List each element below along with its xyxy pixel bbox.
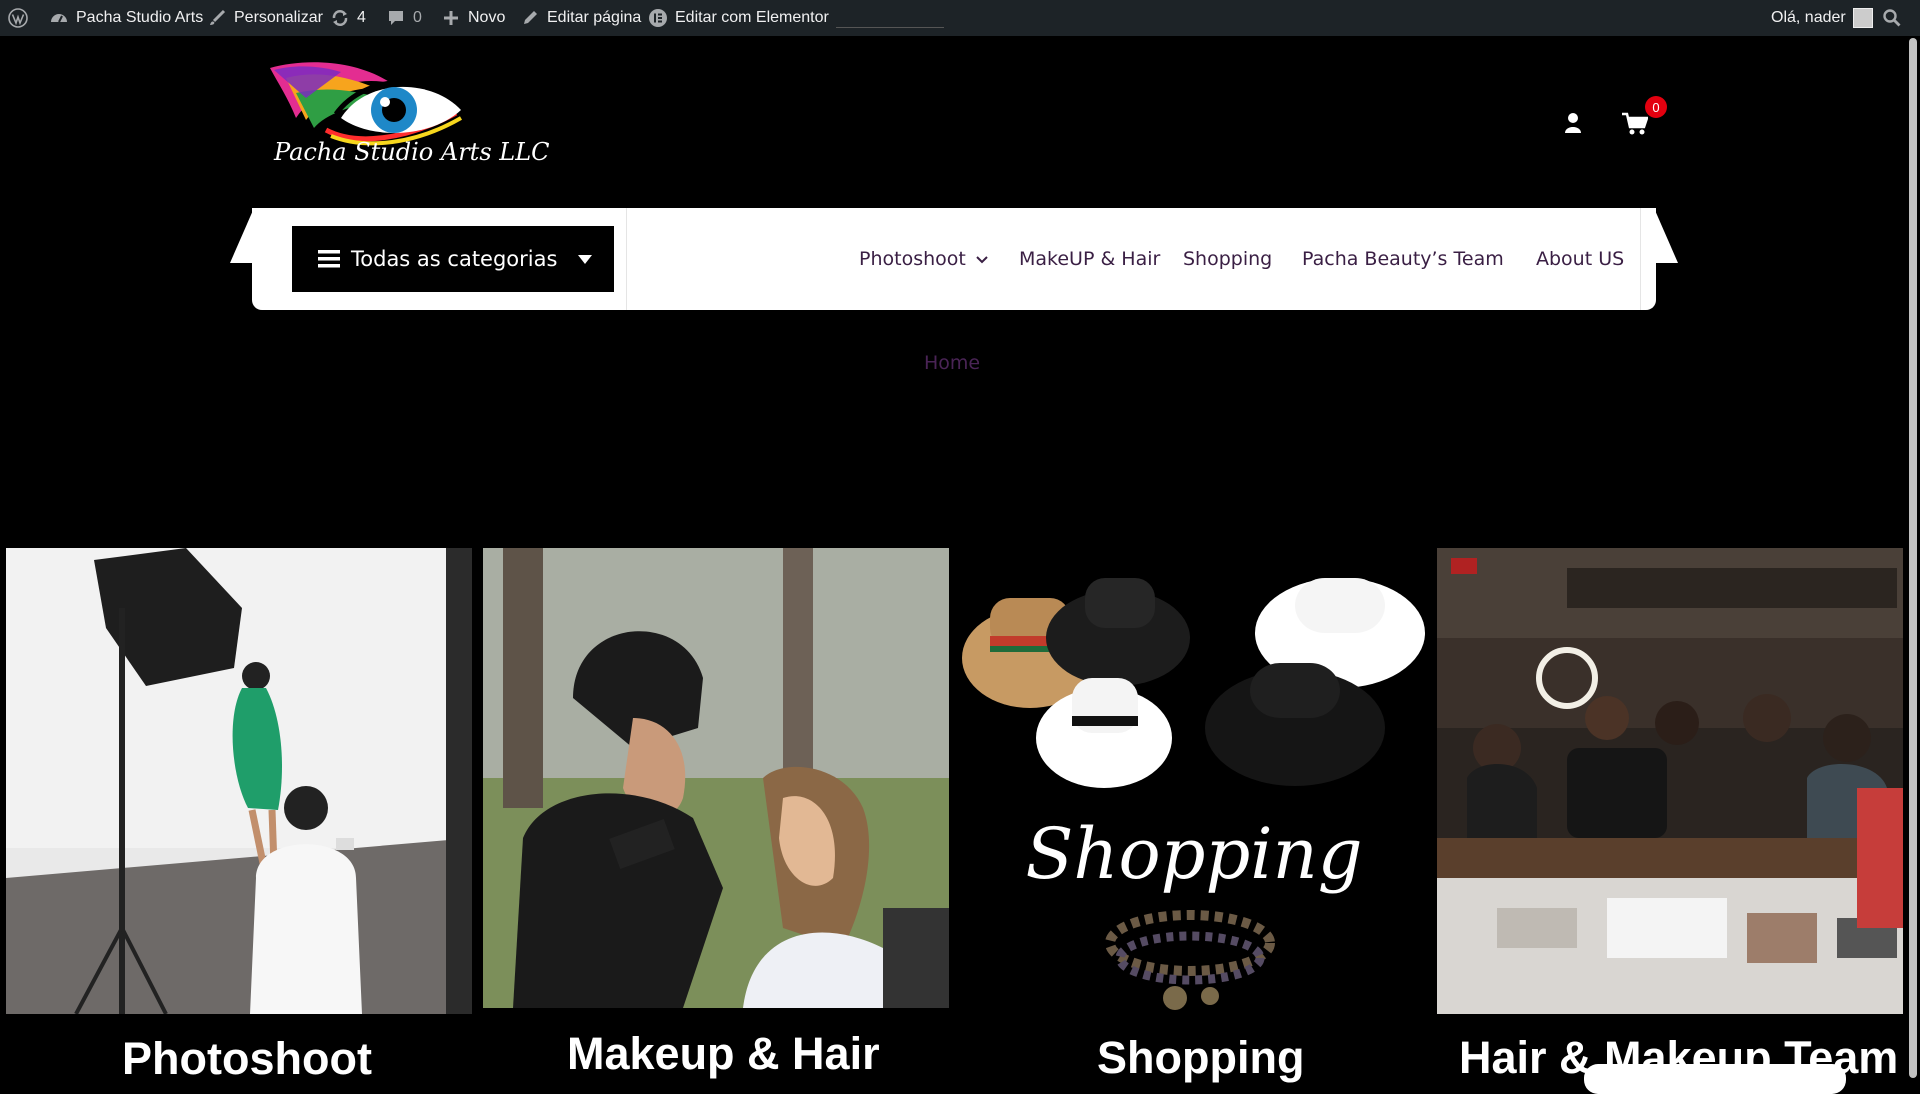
menu-item-makeup-hair[interactable]: MakeUP & Hair bbox=[1019, 248, 1160, 270]
menu-item-about[interactable]: About US bbox=[1536, 248, 1624, 270]
user-account-icon[interactable] bbox=[1564, 112, 1582, 134]
nav-bar: Todas as categorias Photoshoot MakeUP & … bbox=[252, 208, 1656, 310]
edit-page-link[interactable]: Editar página bbox=[520, 0, 641, 36]
elementor-icon bbox=[649, 9, 667, 27]
nav-divider bbox=[626, 208, 627, 310]
main-navigation: Todas as categorias Photoshoot MakeUP & … bbox=[230, 208, 1678, 310]
breadcrumb-home[interactable]: Home bbox=[924, 352, 980, 374]
greeting-label: Olá, nader bbox=[1771, 9, 1846, 26]
eye-logo-icon bbox=[270, 62, 472, 146]
all-categories-label: Todas as categorias bbox=[351, 247, 558, 271]
site-logo[interactable]: Pacha Studio Arts LLC bbox=[266, 58, 550, 182]
floating-pill[interactable] bbox=[1584, 1064, 1846, 1094]
shopping-hats-photo: Shopping bbox=[960, 548, 1428, 1016]
photoshoot-card-title[interactable]: Photoshoot bbox=[122, 1033, 372, 1085]
caret-down-icon bbox=[578, 255, 592, 264]
shopping-card-image[interactable]: Shopping bbox=[960, 548, 1428, 1016]
wordpress-icon bbox=[8, 8, 28, 28]
cart-count-badge: 0 bbox=[1645, 96, 1667, 118]
site-name-label: Pacha Studio Arts bbox=[76, 9, 204, 26]
plus-icon bbox=[444, 11, 458, 25]
new-content-link[interactable]: Novo bbox=[441, 0, 505, 36]
updates-icon bbox=[332, 10, 348, 26]
cart-icon[interactable] bbox=[1622, 112, 1648, 136]
menu-item-shopping[interactable]: Shopping bbox=[1183, 248, 1272, 270]
photoshoot-card-image[interactable] bbox=[6, 548, 472, 1014]
admin-bar: Pacha Studio Arts Personalizar 4 0 Novo bbox=[0, 0, 1920, 36]
my-account-link[interactable]: Olá, nader bbox=[1771, 0, 1873, 36]
makeup-hair-card-title[interactable]: Makeup & Hair bbox=[567, 1028, 880, 1080]
site-name-link[interactable]: Pacha Studio Arts bbox=[49, 0, 203, 36]
comment-icon bbox=[389, 11, 403, 25]
customize-label: Personalizar bbox=[234, 9, 323, 26]
makeup-hair-photo bbox=[483, 548, 949, 1008]
team-card-image[interactable] bbox=[1437, 548, 1903, 1014]
updates-count: 4 bbox=[357, 9, 366, 26]
nav-divider-right bbox=[1640, 208, 1641, 310]
admin-search-button[interactable] bbox=[1882, 0, 1902, 36]
hamburger-icon bbox=[318, 250, 340, 268]
edit-elementor-label: Editar com Elementor bbox=[675, 9, 829, 26]
menu-item-photoshoot[interactable]: Photoshoot bbox=[859, 248, 988, 270]
brush-icon bbox=[210, 9, 226, 25]
wordpress-logo-button[interactable] bbox=[8, 0, 28, 36]
logo-script-text: Pacha Studio Arts LLC bbox=[274, 138, 550, 166]
pencil-icon bbox=[524, 11, 537, 24]
shopping-card-title[interactable]: Shopping bbox=[1097, 1032, 1304, 1084]
new-label: Novo bbox=[468, 9, 506, 26]
edit-elementor-link[interactable]: Editar com Elementor bbox=[648, 0, 829, 36]
avatar bbox=[1852, 8, 1873, 28]
page-scrollbar-thumb[interactable] bbox=[1909, 38, 1917, 1078]
menu-item-team[interactable]: Pacha Beauty’s Team bbox=[1302, 248, 1504, 270]
admin-divider bbox=[836, 27, 944, 28]
photoshoot-photo bbox=[6, 548, 472, 1014]
menu-item-label: Photoshoot bbox=[859, 248, 966, 270]
edit-page-label: Editar página bbox=[547, 9, 642, 26]
dashboard-icon bbox=[51, 14, 67, 23]
comments-count: 0 bbox=[413, 9, 422, 26]
all-categories-button[interactable]: Todas as categorias bbox=[292, 226, 614, 292]
updates-link[interactable]: 4 bbox=[330, 0, 366, 36]
team-photo bbox=[1437, 548, 1903, 1014]
customize-link[interactable]: Personalizar bbox=[207, 0, 323, 36]
search-icon bbox=[1883, 9, 1901, 27]
makeup-hair-card-image[interactable] bbox=[483, 548, 949, 1008]
comments-link[interactable]: 0 bbox=[386, 0, 422, 36]
shopping-script-text: Shopping bbox=[1025, 813, 1362, 895]
chevron-down-icon bbox=[976, 255, 988, 263]
